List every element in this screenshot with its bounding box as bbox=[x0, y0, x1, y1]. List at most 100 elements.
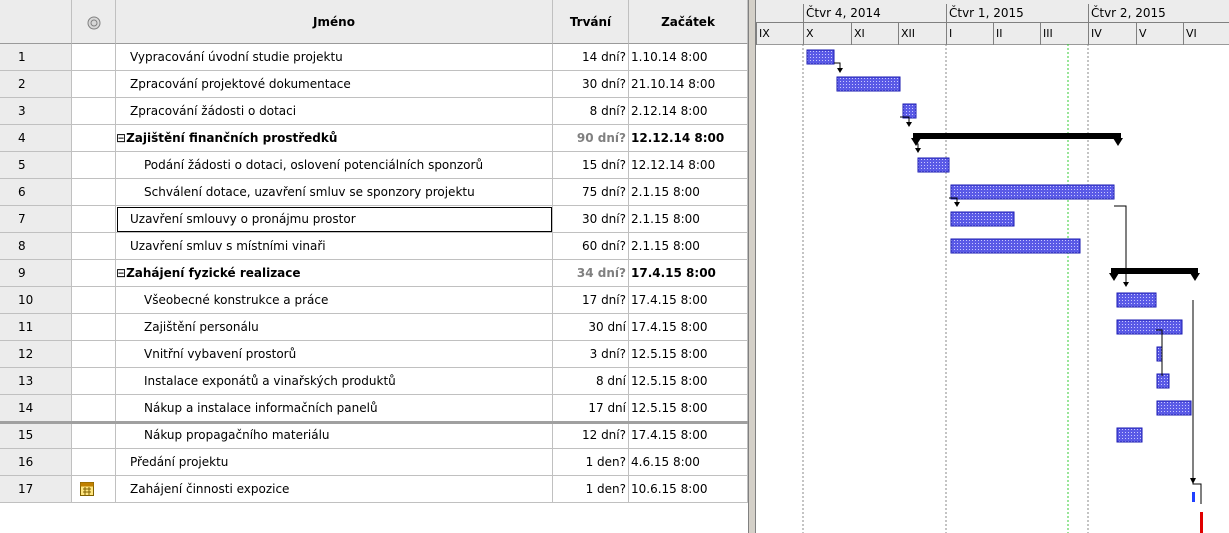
row-id[interactable]: 8 bbox=[0, 233, 72, 260]
task-name[interactable]: Zajištění personálu bbox=[116, 314, 553, 341]
task-row[interactable]: 4 ⊟Zajištění finančních prostředků 90 dní?… bbox=[0, 125, 748, 152]
task-duration[interactable]: 12 dní? bbox=[553, 422, 629, 449]
task-name[interactable]: Uzavření smlouvy o pronájmu prostor bbox=[116, 206, 553, 233]
task-row[interactable]: 1 Vypracování úvodní studie projektu 14 dn… bbox=[0, 44, 748, 71]
pane-splitter[interactable] bbox=[748, 0, 756, 533]
task-start[interactable]: 2.1.15 8:00 bbox=[629, 233, 748, 260]
name-column-header[interactable]: Jméno bbox=[116, 0, 553, 44]
task-duration[interactable]: 17 dní bbox=[553, 395, 629, 422]
task-start[interactable]: 17.4.15 8:00 bbox=[629, 422, 748, 449]
row-id[interactable]: 15 bbox=[0, 422, 72, 449]
task-duration[interactable]: 1 den? bbox=[553, 449, 629, 476]
task-row[interactable]: 11 Zajištění personálu 30 dní 17.4.15 8:00 bbox=[0, 314, 748, 341]
task-row[interactable]: 15 Nákup propagačního materiálu 12 dní? 17.… bbox=[0, 422, 748, 449]
task-bar[interactable] bbox=[1156, 373, 1170, 389]
task-duration[interactable]: 1 den? bbox=[553, 476, 629, 503]
select-all-header[interactable] bbox=[0, 0, 72, 44]
task-name[interactable]: Nákup propagačního materiálu bbox=[116, 422, 553, 449]
task-name[interactable]: Schválení dotace, uzavření smluv se spon… bbox=[116, 179, 553, 206]
row-id[interactable]: 16 bbox=[0, 449, 72, 476]
task-name[interactable]: ⊟Zajištění finančních prostředků bbox=[116, 125, 553, 152]
task-bar[interactable] bbox=[1116, 427, 1143, 443]
row-id[interactable]: 9 bbox=[0, 260, 72, 287]
task-bar[interactable] bbox=[1116, 319, 1183, 335]
task-start[interactable]: 12.12.14 8:00 bbox=[629, 125, 748, 152]
task-duration[interactable]: 8 dní? bbox=[553, 98, 629, 125]
task-row[interactable]: 10 Všeobecné konstrukce a práce 17 dní? 17.… bbox=[0, 287, 748, 314]
task-bar[interactable] bbox=[806, 49, 835, 65]
task-start[interactable]: 10.6.15 8:00 bbox=[629, 476, 748, 503]
task-row[interactable]: 6 Schválení dotace, uzavření smluv se spo… bbox=[0, 179, 748, 206]
indicators-header[interactable] bbox=[72, 0, 116, 44]
task-name[interactable]: Všeobecné konstrukce a práce bbox=[116, 287, 553, 314]
task-row[interactable]: 14 Nákup a instalace informačních panelů 1… bbox=[0, 395, 748, 422]
task-name[interactable]: Předání projektu bbox=[116, 449, 553, 476]
task-row[interactable]: 12 Vnitřní vybavení prostorů 3 dní? 12.5.15… bbox=[0, 341, 748, 368]
task-row[interactable]: 9 ⊟Zahájení fyzické realizace 34 dní? 17.4.… bbox=[0, 260, 748, 287]
task-duration[interactable]: 90 dní? bbox=[553, 125, 629, 152]
task-bar[interactable] bbox=[836, 76, 901, 92]
row-id[interactable]: 10 bbox=[0, 287, 72, 314]
row-id[interactable]: 4 bbox=[0, 125, 72, 152]
start-column-header[interactable]: Začátek bbox=[629, 0, 748, 44]
task-start[interactable]: 12.5.15 8:00 bbox=[629, 368, 748, 395]
summary-bar-start-cap[interactable] bbox=[911, 138, 921, 146]
task-duration[interactable]: 15 dní? bbox=[553, 152, 629, 179]
collapse-minus-icon[interactable]: ⊟ bbox=[116, 266, 126, 280]
task-bar[interactable] bbox=[1156, 346, 1163, 362]
task-name[interactable]: ⊟Zahájení fyzické realizace bbox=[116, 260, 553, 287]
task-name[interactable]: Zahájení činnosti expozice bbox=[116, 476, 553, 503]
task-duration[interactable]: 3 dní? bbox=[553, 341, 629, 368]
row-id[interactable]: 11 bbox=[0, 314, 72, 341]
summary-bar-end-cap[interactable] bbox=[1113, 138, 1123, 146]
row-id[interactable]: 13 bbox=[0, 368, 72, 395]
task-row[interactable]: 5 Podání žádosti o dotaci, oslovení poten… bbox=[0, 152, 748, 179]
task-duration[interactable]: 60 dní? bbox=[553, 233, 629, 260]
task-name[interactable]: Zpracování žádosti o dotaci bbox=[116, 98, 553, 125]
task-bar[interactable] bbox=[950, 238, 1081, 254]
summary-bar-end-cap[interactable] bbox=[1190, 273, 1200, 281]
task-duration[interactable]: 30 dní? bbox=[553, 206, 629, 233]
gantt-chart[interactable]: Čtvr 4, 2014 Čtvr 1, 2015 Čtvr 2, 2015 IX X X… bbox=[756, 0, 1229, 533]
task-name[interactable]: Uzavření smluv s místními vinaři bbox=[116, 233, 553, 260]
task-start[interactable]: 2.12.14 8:00 bbox=[629, 98, 748, 125]
task-duration[interactable]: 34 dní? bbox=[553, 260, 629, 287]
task-name[interactable]: Instalace exponátů a vinařských produktů bbox=[116, 368, 553, 395]
summary-bar-start-cap[interactable] bbox=[1109, 273, 1119, 281]
task-duration[interactable]: 30 dní bbox=[553, 314, 629, 341]
task-row[interactable]: 3 Zpracování žádosti o dotaci 8 dní? 2.12.1… bbox=[0, 98, 748, 125]
task-duration[interactable]: 17 dní? bbox=[553, 287, 629, 314]
duration-column-header[interactable]: Trvání bbox=[553, 0, 629, 44]
task-bar[interactable] bbox=[917, 157, 950, 173]
task-start[interactable]: 2.1.15 8:00 bbox=[629, 206, 748, 233]
task-row[interactable]: 2 Zpracování projektové dokumentace 30 dní… bbox=[0, 71, 748, 98]
task-start[interactable]: 17.4.15 8:00 bbox=[629, 314, 748, 341]
task-duration[interactable]: 30 dní? bbox=[553, 71, 629, 98]
calendar-icon[interactable] bbox=[80, 482, 94, 496]
task-start[interactable]: 4.6.15 8:00 bbox=[629, 449, 748, 476]
summary-bar[interactable] bbox=[913, 133, 1121, 139]
summary-bar[interactable] bbox=[1111, 268, 1198, 274]
task-start[interactable]: 17.4.15 8:00 bbox=[629, 287, 748, 314]
task-start[interactable]: 12.5.15 8:00 bbox=[629, 341, 748, 368]
task-start[interactable]: 12.5.15 8:00 bbox=[629, 395, 748, 422]
task-start[interactable]: 17.4.15 8:00 bbox=[629, 260, 748, 287]
collapse-minus-icon[interactable]: ⊟ bbox=[116, 131, 126, 145]
row-id[interactable]: 6 bbox=[0, 179, 72, 206]
task-bar[interactable] bbox=[902, 103, 917, 119]
task-name[interactable]: Podání žádosti o dotaci, oslovení potenc… bbox=[116, 152, 553, 179]
task-bar[interactable] bbox=[1116, 292, 1157, 308]
task-name[interactable]: Vnitřní vybavení prostorů bbox=[116, 341, 553, 368]
task-duration[interactable]: 75 dní? bbox=[553, 179, 629, 206]
task-row[interactable]: 17 Zahájení činnosti expozice 1 den? 10.6.… bbox=[0, 476, 748, 503]
row-id[interactable]: 17 bbox=[0, 476, 72, 503]
task-duration[interactable]: 8 dní bbox=[553, 368, 629, 395]
task-name[interactable]: Nákup a instalace informačních panelů bbox=[116, 395, 553, 422]
task-name[interactable]: Zpracování projektové dokumentace bbox=[116, 71, 553, 98]
task-bar[interactable] bbox=[950, 211, 1015, 227]
task-row[interactable]: 8 Uzavření smluv s místními vinaři 60 dní?… bbox=[0, 233, 748, 260]
row-id[interactable]: 2 bbox=[0, 71, 72, 98]
row-id[interactable]: 7 bbox=[0, 206, 72, 233]
task-bar[interactable] bbox=[950, 184, 1115, 200]
task-start[interactable]: 1.10.14 8:00 bbox=[629, 44, 748, 71]
